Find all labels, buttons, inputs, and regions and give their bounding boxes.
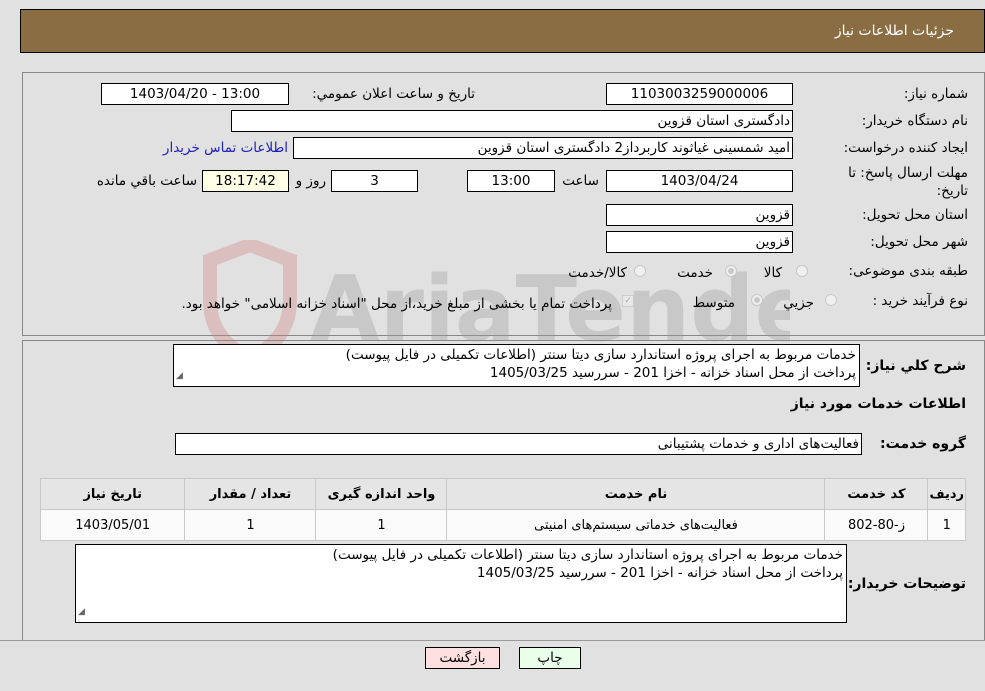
services-table: ردیف کد خدمت نام خدمت واحد اندازه گیری ت… xyxy=(39,478,966,541)
col-unit: واحد اندازه گیری xyxy=(315,478,448,510)
purchase-minor-label: جزیي xyxy=(783,295,814,311)
description-textarea[interactable]: خدمات مربوط به اجرای پروژه استاندارد ساز… xyxy=(173,344,860,387)
col-row-number: ردیف xyxy=(927,478,966,510)
need-number-label: شماره نیاز: xyxy=(903,86,968,102)
category-radio-service[interactable] xyxy=(725,265,737,277)
buyer-org-field: دادگستری استان قزوین xyxy=(231,110,793,132)
resize-handle-icon[interactable]: ◢ xyxy=(78,603,85,621)
col-quantity: تعداد / مقدار xyxy=(184,478,317,510)
treasury-checkbox[interactable]: ✓ xyxy=(622,295,634,307)
cell-quantity: 1 xyxy=(184,509,317,541)
remaining-days-field: 3 xyxy=(331,170,418,192)
city-field: قزوین xyxy=(606,231,793,253)
cell-service-code: ز-80-802 xyxy=(824,509,929,541)
treasury-note: پرداخت تمام یا بخشی از مبلغ خرید،از محل … xyxy=(181,296,612,312)
services-section-title: اطلاعات خدمات مورد نیاز xyxy=(790,396,966,412)
cell-row-number: 1 xyxy=(927,509,966,541)
cell-service-name: فعالیت‌های خدماتی سیستم‌های امنیتی xyxy=(446,509,826,541)
purchase-type-label: نوع فرآیند خرید : xyxy=(872,293,968,309)
buyer-notes-textarea[interactable]: خدمات مربوط به اجرای پروژه استاندارد ساز… xyxy=(75,544,847,623)
category-radio-goods-service[interactable] xyxy=(634,265,646,277)
description-line-2: پرداخت از محل اسناد خزانه - اخزا 201 - س… xyxy=(489,365,856,381)
deadline-date-field: 1403/04/24 xyxy=(606,170,793,192)
announce-datetime-label: تاریخ و ساعت اعلان عمومي: xyxy=(312,86,475,102)
requester-label: ایجاد کننده درخواست: xyxy=(843,140,968,156)
category-service-label: خدمت xyxy=(677,265,713,281)
resize-handle-icon[interactable]: ◢ xyxy=(176,367,183,385)
buyer-org-label: نام دستگاه خريدار: xyxy=(861,113,968,129)
service-group-field: فعالیت‌های اداری و خدمات پشتیبانی xyxy=(175,433,862,455)
purchase-medium-label: متوسط xyxy=(692,295,735,311)
category-radio-goods[interactable] xyxy=(796,265,808,277)
purchase-radio-medium[interactable] xyxy=(751,294,763,306)
category-label: طبقه بندی موضوعی: xyxy=(848,263,968,279)
buyer-notes-line-1: خدمات مربوط به اجرای پروژه استاندارد ساز… xyxy=(332,547,843,563)
announce-datetime-field: 1403/04/20 - 13:00 xyxy=(101,83,289,105)
deadline-label: مهلت ارسال پاسخ: تا xyxy=(848,165,968,181)
province-field: قزوین xyxy=(606,204,793,226)
cell-unit: 1 xyxy=(315,509,448,541)
days-label: روز و xyxy=(295,173,326,189)
table-header-row: ردیف کد خدمت نام خدمت واحد اندازه گیری ت… xyxy=(39,478,966,510)
requester-field: امید شمسینی غیاثوند کاربرداز2 دادگستری ا… xyxy=(293,137,793,159)
service-group-label: گروه خدمت: xyxy=(880,436,966,452)
need-number-field: 1103003259000006 xyxy=(606,83,793,105)
col-service-name: نام خدمت xyxy=(446,478,826,510)
table-row: 1 ز-80-802 فعالیت‌های خدماتی سیستم‌های ا… xyxy=(39,509,966,541)
buyer-notes-line-2: پرداخت از محل اسناد خزانه - اخزا 201 - س… xyxy=(476,565,843,581)
page-header: جزئیات اطلاعات نیاز xyxy=(20,9,985,53)
remaining-time-label: ساعت باقي مانده xyxy=(96,173,197,189)
category-goods-label: کالا xyxy=(763,265,782,281)
remaining-time-field: 18:17:42 xyxy=(202,170,289,192)
buyer-notes-label: توضیحات خریدار: xyxy=(847,576,966,592)
category-goods-service-label: کالا/خدمت xyxy=(568,265,627,281)
province-label: استان محل تحویل: xyxy=(862,207,968,223)
col-service-code: کد خدمت xyxy=(824,478,929,510)
divider xyxy=(0,640,985,641)
deadline-time-field: 13:00 xyxy=(467,170,555,192)
deadline-time-label: ساعت xyxy=(562,173,599,189)
cell-need-date: 1403/05/01 xyxy=(39,509,186,541)
page-title: جزئیات اطلاعات نیاز xyxy=(834,23,954,39)
purchase-radio-minor[interactable] xyxy=(825,294,837,306)
back-button[interactable]: بازگشت xyxy=(425,647,500,669)
description-line-1: خدمات مربوط به اجرای پروژه استاندارد ساز… xyxy=(345,347,856,363)
col-need-date: تاریخ نیاز xyxy=(39,478,186,510)
city-label: شهر محل تحویل: xyxy=(870,234,968,250)
buyer-contact-link[interactable]: اطلاعات تماس خریدار xyxy=(163,140,288,156)
print-button[interactable]: چاپ xyxy=(519,647,581,669)
deadline-label-date: تاریخ: xyxy=(936,183,968,199)
description-label: شرح کلي نياز: xyxy=(865,358,966,374)
